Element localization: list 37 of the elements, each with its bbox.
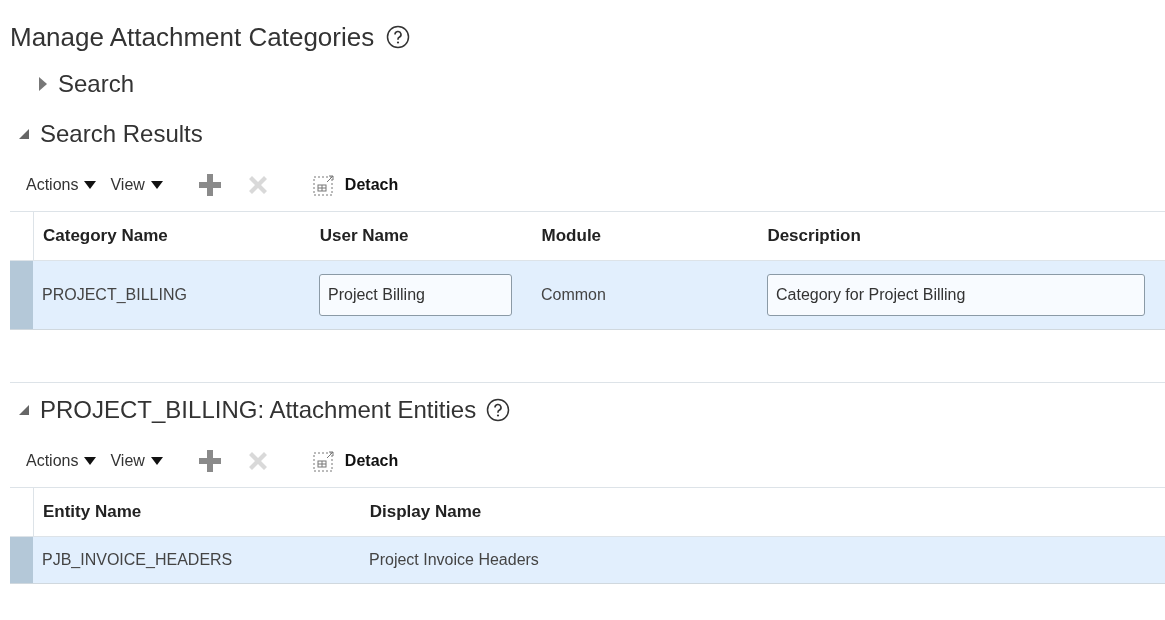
detach-icon bbox=[312, 174, 335, 196]
table-cell: PJB_INVOICE_HEADERS bbox=[42, 551, 233, 568]
table-row[interactable]: PROJECT_BILLING Project Billing Common Category for Project Billing bbox=[10, 261, 1165, 330]
detach-button[interactable]: Detach bbox=[312, 450, 399, 472]
detach-button[interactable]: Detach bbox=[312, 174, 399, 196]
column-header[interactable]: User Name bbox=[319, 226, 409, 245]
column-header[interactable]: Display Name bbox=[369, 502, 482, 521]
table-cell: Project Invoice Headers bbox=[369, 551, 539, 568]
detach-icon bbox=[312, 450, 335, 472]
column-header[interactable]: Entity Name bbox=[43, 502, 142, 521]
text-field[interactable]: Category for Project Billing bbox=[767, 274, 1145, 316]
column-header[interactable]: Description bbox=[767, 226, 861, 245]
page-title: Manage Attachment Categories bbox=[10, 21, 375, 53]
text-field[interactable]: Project Billing bbox=[319, 274, 512, 316]
section-title[interactable]: Search Results bbox=[40, 120, 203, 148]
expand-triangle-icon[interactable] bbox=[38, 76, 48, 92]
caret-icon bbox=[150, 181, 163, 189]
menu-button[interactable]: Actions bbox=[26, 452, 97, 470]
menu-button[interactable]: View bbox=[110, 176, 163, 194]
help-icon[interactable] bbox=[386, 25, 411, 49]
caret-icon bbox=[84, 181, 97, 189]
menu-button[interactable]: View bbox=[110, 452, 163, 470]
table-row[interactable]: PJB_INVOICE_HEADERS Project Invoice Headers bbox=[10, 537, 1165, 584]
caret-icon bbox=[150, 457, 163, 465]
add-icon[interactable] bbox=[198, 174, 221, 196]
section-title[interactable]: PROJECT_BILLING: Attachment Entities bbox=[40, 396, 477, 424]
help-icon[interactable] bbox=[486, 398, 511, 422]
add-icon[interactable] bbox=[198, 450, 221, 472]
table-cell: PROJECT_BILLING bbox=[42, 286, 187, 303]
column-header[interactable]: Category Name bbox=[43, 226, 168, 245]
collapse-triangle-icon[interactable] bbox=[18, 128, 30, 140]
column-header[interactable]: Module bbox=[541, 226, 602, 245]
table-cell: Common bbox=[541, 286, 606, 303]
section-title[interactable]: Search bbox=[58, 70, 135, 98]
menu-button[interactable]: Actions bbox=[26, 176, 97, 194]
collapse-triangle-icon[interactable] bbox=[18, 404, 30, 416]
caret-icon bbox=[84, 457, 97, 465]
